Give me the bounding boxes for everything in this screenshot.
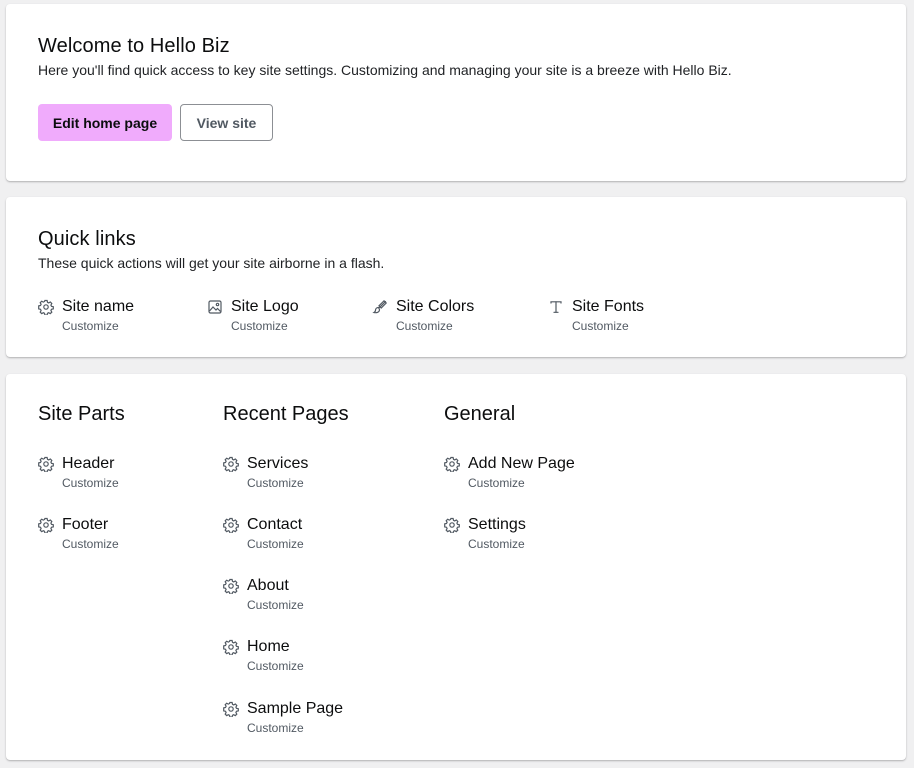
site-part-footer[interactable]: Footer Customize	[38, 515, 119, 552]
image-icon	[207, 299, 223, 315]
link-customize: Customize	[247, 598, 304, 612]
gear-icon	[444, 456, 460, 472]
quick-links-card: Quick links These quick actions will get…	[6, 197, 906, 357]
link-customize: Customize	[247, 659, 304, 673]
link-label: Home	[247, 638, 290, 655]
link-label: Add New Page	[468, 455, 575, 472]
link-label: Services	[247, 455, 309, 472]
general-settings[interactable]: Settings Customize	[444, 515, 526, 552]
link-label: Site Colors	[396, 298, 475, 315]
link-customize: Customize	[247, 721, 304, 735]
link-customize: Customize	[572, 319, 629, 333]
recent-page-about[interactable]: About Customize	[223, 576, 304, 613]
gear-icon	[444, 517, 460, 533]
site-parts-title: Site Parts	[38, 403, 125, 425]
link-customize: Customize	[396, 319, 453, 333]
quick-link-site-logo[interactable]: Site Logo Customize	[207, 297, 299, 334]
recent-page-sample-page[interactable]: Sample Page Customize	[223, 699, 343, 736]
recent-page-services[interactable]: Services Customize	[223, 454, 308, 491]
link-label: About	[247, 577, 289, 594]
link-customize: Customize	[62, 319, 119, 333]
gear-icon	[223, 578, 239, 594]
view-site-button[interactable]: View site	[180, 104, 273, 141]
quick-link-site-fonts[interactable]: Site Fonts Customize	[548, 297, 644, 334]
quick-links-description: These quick actions will get your site a…	[38, 255, 385, 271]
recent-page-contact[interactable]: Contact Customize	[223, 515, 304, 552]
link-customize: Customize	[468, 476, 525, 490]
link-label: Contact	[247, 516, 303, 533]
welcome-card: Welcome to Hello Biz Here you'll find qu…	[6, 4, 906, 181]
gear-icon	[38, 299, 54, 315]
link-label: Sample Page	[247, 700, 344, 717]
quick-links-title: Quick links	[38, 228, 136, 250]
recent-pages-title: Recent Pages	[223, 403, 349, 425]
brush-icon	[372, 299, 388, 315]
typography-icon	[548, 299, 564, 315]
recent-page-home[interactable]: Home Customize	[223, 637, 304, 674]
quick-link-site-colors[interactable]: Site Colors Customize	[372, 297, 474, 334]
gear-icon	[38, 517, 54, 533]
quick-link-site-name[interactable]: Site name Customize	[38, 297, 134, 334]
link-customize: Customize	[62, 476, 119, 490]
site-parts-card: Site Parts Recent Pages General Header C…	[6, 374, 906, 760]
link-customize: Customize	[247, 537, 304, 551]
gear-icon	[223, 639, 239, 655]
gear-icon	[223, 701, 239, 717]
gear-icon	[223, 517, 239, 533]
welcome-description: Here you'll find quick access to key sit…	[38, 62, 732, 78]
link-customize: Customize	[247, 476, 304, 490]
link-label: Site Fonts	[572, 298, 645, 315]
site-part-header[interactable]: Header Customize	[38, 454, 119, 491]
link-label: Header	[62, 455, 115, 472]
gear-icon	[38, 456, 54, 472]
link-label: Settings	[468, 516, 526, 533]
edit-home-page-button[interactable]: Edit home page	[38, 104, 172, 141]
general-add-new-page[interactable]: Add New Page Customize	[444, 454, 575, 491]
link-label: Footer	[62, 516, 109, 533]
link-customize: Customize	[468, 537, 525, 551]
general-title: General	[444, 403, 516, 425]
welcome-title: Welcome to Hello Biz	[38, 35, 230, 57]
link-label: Site name	[62, 298, 135, 315]
gear-icon	[223, 456, 239, 472]
link-label: Site Logo	[231, 298, 299, 315]
link-customize: Customize	[231, 319, 288, 333]
link-customize: Customize	[62, 537, 119, 551]
